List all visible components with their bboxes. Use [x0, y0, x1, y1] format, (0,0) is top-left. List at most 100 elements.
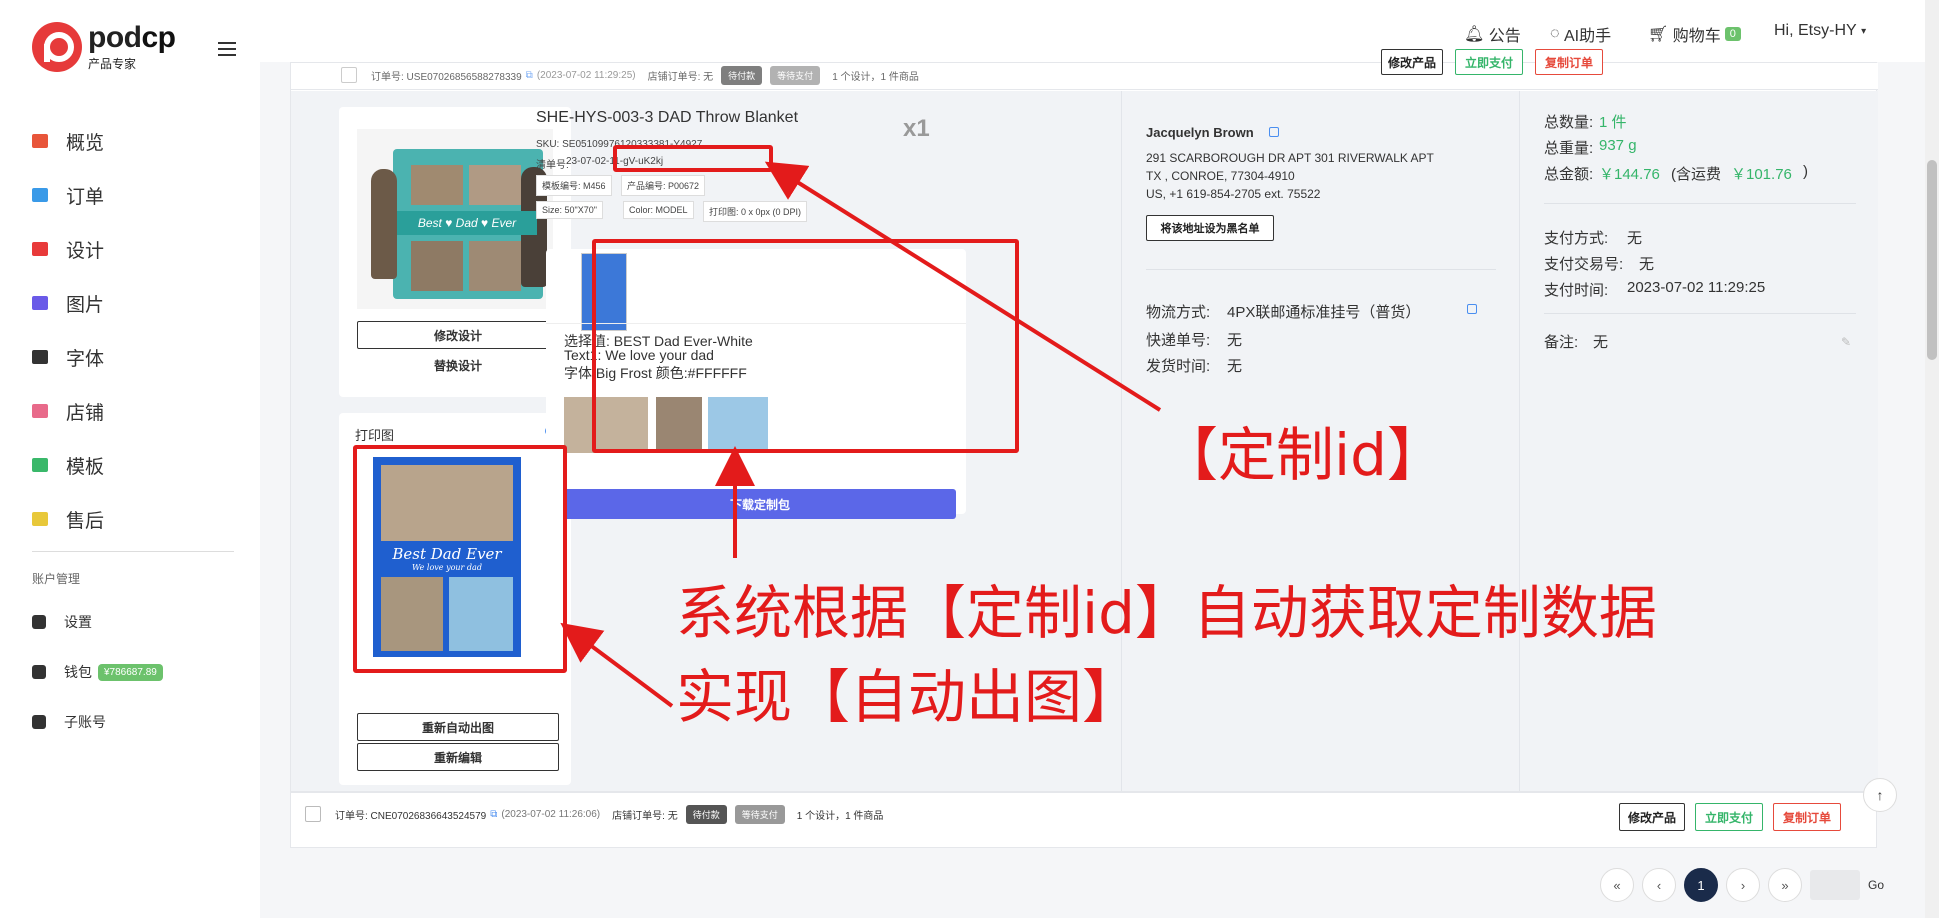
sidebar-item-wallet[interactable]: 钱包 ¥786687.89: [32, 647, 242, 697]
edit-design-button[interactable]: 修改设计: [357, 321, 559, 349]
product-title: SHE-HYS-003-3 DAD Throw Blanket: [536, 109, 799, 126]
sidebar-item-orders[interactable]: 订单: [32, 168, 242, 222]
pay-now-button[interactable]: 立即支付: [1455, 49, 1523, 75]
order-checkbox[interactable]: [341, 67, 357, 83]
edit-shipping-icon[interactable]: [1467, 304, 1477, 314]
next-page-button[interactable]: ›: [1726, 868, 1760, 902]
ai-assistant-link[interactable]: ◌ AI助手: [1550, 22, 1611, 46]
annotation-custom-id: 【定制id】: [1160, 421, 1445, 489]
store-order-number: 店铺订单号: 无: [612, 810, 678, 822]
list-number-label: 清单号:: [536, 160, 569, 171]
replace-design-button[interactable]: 替换设计: [357, 351, 559, 379]
shipping-fee-close: ): [1803, 163, 1808, 180]
store-order-number: 店铺订单号: 无: [647, 71, 714, 83]
sub-account-icon: [32, 715, 46, 729]
sidebar: podcp 产品专家 概览 订单 设计 图片 字体 店铺 模板 售后 账户管理 …: [0, 0, 260, 918]
total-amount-value: ￥144.76: [1599, 166, 1660, 183]
note-value: 无: [1593, 334, 1609, 351]
brand-logo[interactable]: podcp 产品专家: [32, 22, 176, 72]
customer-name: Jacquelyn Brown: [1146, 125, 1254, 140]
pagination: « ‹ 1 › » Go: [1600, 868, 1884, 902]
order-summary: 1 个设计，1 件商品: [832, 71, 919, 83]
prev-page-button[interactable]: ‹: [1642, 868, 1676, 902]
shipping-fee-label: (含运费: [1671, 166, 1721, 183]
payment-time-label: 支付时间:: [1544, 282, 1609, 299]
sidebar-item-settings[interactable]: 设置: [32, 597, 242, 647]
page-number-input[interactable]: [1810, 870, 1860, 900]
arrow-up-icon: ↑: [1876, 787, 1884, 803]
scrollbar-thumb[interactable]: [1927, 160, 1937, 360]
template-icon: [32, 458, 48, 472]
sidebar-item-aftersales[interactable]: 售后: [32, 492, 242, 546]
user-settings-icon: [32, 615, 46, 629]
total-qty-label: 总数量:: [1544, 114, 1594, 131]
logo-icon: [32, 22, 82, 72]
pay-now-button[interactable]: 立即支付: [1695, 803, 1763, 831]
sidebar-item-label: 订单: [66, 186, 105, 208]
copy-icon[interactable]: ⧉: [526, 70, 533, 81]
order-number: 订单号: CNE07026836643524579: [335, 810, 487, 822]
sidebar-item-fonts[interactable]: 字体: [32, 330, 242, 384]
annotation-line1: 系统根据【定制id】自动获取定制数据: [676, 579, 1657, 647]
go-button[interactable]: Go: [1868, 878, 1884, 892]
shirt-icon: [32, 242, 48, 256]
user-menu[interactable]: Hi, Etsy-HY ▾: [1774, 22, 1866, 40]
address-line3: US, +1 619-854-2705 ext. 75522: [1146, 187, 1321, 201]
edit-address-icon[interactable]: [1269, 127, 1279, 137]
re-edit-button[interactable]: 重新编辑: [357, 743, 559, 771]
scroll-to-top-button[interactable]: ↑: [1863, 778, 1897, 812]
menu-toggle-icon[interactable]: [218, 42, 236, 60]
page-button-current[interactable]: 1: [1684, 868, 1718, 902]
color-chip: Color: MODEL: [623, 201, 694, 219]
order-checkbox[interactable]: [305, 806, 321, 822]
download-custom-package-button[interactable]: 下载定制包: [564, 489, 956, 519]
brand-subtitle: 产品专家: [88, 56, 137, 71]
product-number-chip: 产品编号: P00672: [621, 175, 706, 196]
total-qty-value: 1 件: [1599, 114, 1627, 131]
chevron-down-icon: ▾: [1861, 25, 1867, 37]
total-weight-label: 总重量:: [1544, 140, 1594, 157]
last-page-button[interactable]: »: [1768, 868, 1802, 902]
annotation-box-print-image: [353, 445, 567, 673]
template-number-chip: 模板编号: M456: [536, 175, 612, 196]
sidebar-item-label: 字体: [66, 348, 105, 370]
total-weight-value: 937 g: [1599, 137, 1637, 154]
announcement-link[interactable]: 🔔︎ 公告: [1464, 22, 1521, 46]
edit-note-icon[interactable]: ✎: [1841, 335, 1851, 349]
main-nav: 概览 订单 设计 图片 字体 店铺 模板 售后: [32, 114, 242, 546]
cart-link[interactable]: 🛒︎ 购物车 0: [1648, 22, 1741, 46]
store-icon: [32, 404, 48, 418]
address-line1: 291 SCARBOROUGH DR APT 301 RIVERWALK APT: [1146, 151, 1434, 165]
edit-product-button[interactable]: 修改产品: [1381, 49, 1443, 75]
sidebar-item-overview[interactable]: 概览: [32, 114, 242, 168]
copy-order-button[interactable]: 复制订单: [1773, 803, 1841, 831]
cart-icon: 🛒︎: [1648, 26, 1669, 43]
note-label: 备注:: [1544, 334, 1579, 351]
sidebar-item-images[interactable]: 图片: [32, 276, 242, 330]
bulb-icon: ◌: [1550, 25, 1560, 42]
sidebar-item-stores[interactable]: 店铺: [32, 384, 242, 438]
edit-product-button[interactable]: 修改产品: [1619, 803, 1685, 831]
blacklist-address-button[interactable]: 将该地址设为黑名单: [1146, 215, 1274, 241]
wallet-icon: [32, 665, 46, 679]
shipping-method-value: 4PX联邮通标准挂号（普货）: [1227, 304, 1421, 321]
print-image-title: 打印图: [355, 428, 395, 443]
copy-order-button[interactable]: 复制订单: [1535, 49, 1603, 75]
nav-divider: [32, 551, 234, 552]
sidebar-item-design[interactable]: 设计: [32, 222, 242, 276]
scrollbar-track[interactable]: [1925, 0, 1939, 918]
order-time: (2023-07-02 11:29:25): [536, 69, 636, 81]
payment-tx-value: 无: [1639, 256, 1655, 273]
payment-tx-label: 支付交易号:: [1544, 256, 1624, 273]
dashboard-icon: [32, 134, 48, 148]
ship-time-label: 发货时间:: [1146, 358, 1211, 375]
chat-icon: [32, 512, 48, 526]
regenerate-button[interactable]: 重新自动出图: [357, 713, 559, 741]
first-page-button[interactable]: «: [1600, 868, 1634, 902]
sidebar-item-sub-accounts[interactable]: 子账号: [32, 697, 242, 747]
address-line2: TX , CONROE, 77304-4910: [1146, 169, 1295, 183]
sidebar-item-label: 概览: [66, 132, 105, 154]
sidebar-item-templates[interactable]: 模板: [32, 438, 242, 492]
image-icon: [32, 296, 48, 310]
copy-icon[interactable]: ⧉: [490, 809, 497, 820]
